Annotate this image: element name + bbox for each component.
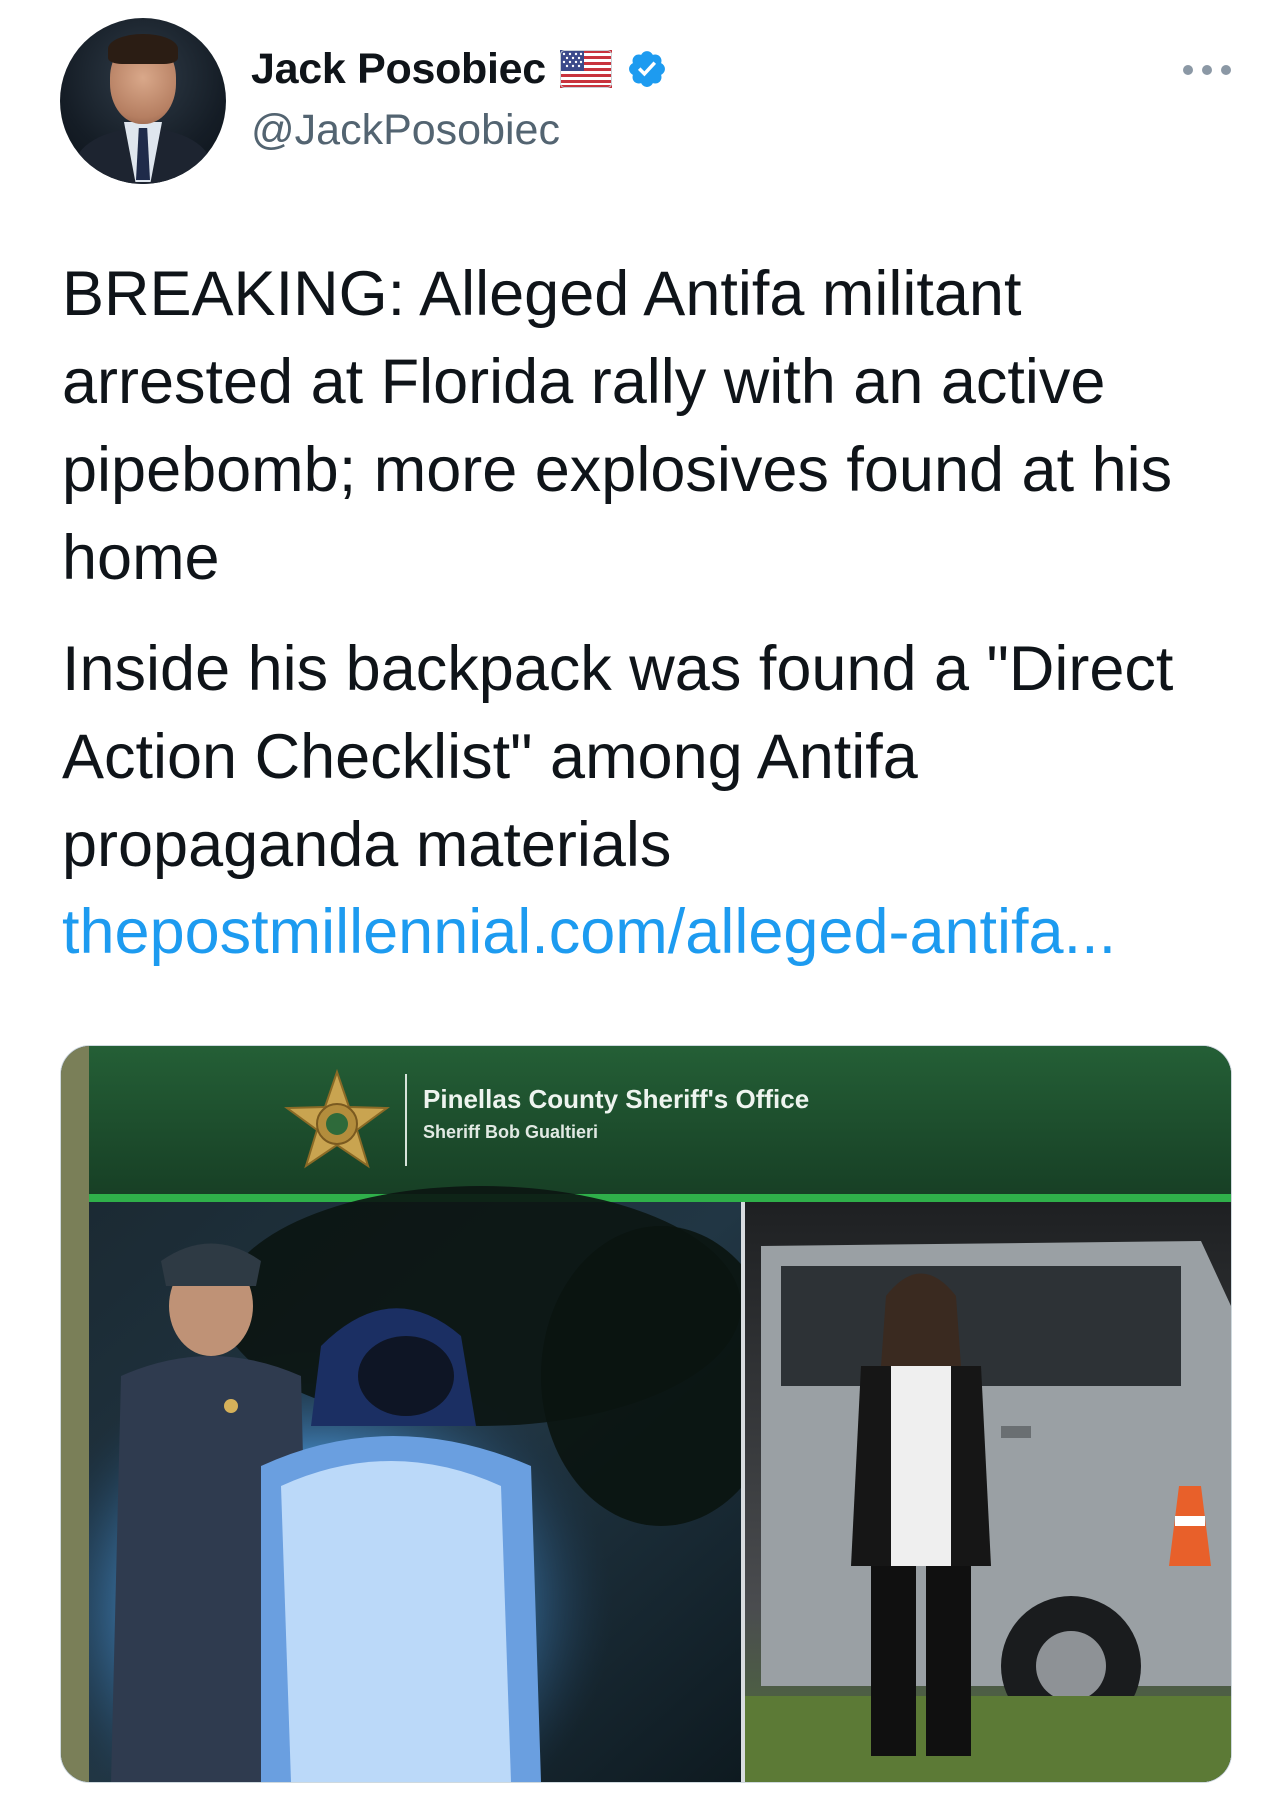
- us-flag-icon: [559, 50, 612, 88]
- banner-subtitle: Sheriff Bob Gualtieri: [423, 1122, 598, 1142]
- verified-badge-icon: [626, 48, 668, 90]
- author-name[interactable]: Jack Posobiec: [251, 45, 546, 94]
- sheriff-press-board-image: Pinellas County Sheriff's Office Sheriff…: [61, 1046, 1231, 1782]
- author-handle[interactable]: @JackPosobiec: [251, 106, 560, 155]
- banner-title: Pinellas County Sheriff's Office: [423, 1084, 809, 1114]
- tweet-text-paragraph-1: BREAKING: Alleged Antifa militant arrest…: [62, 259, 1173, 593]
- tweet: Jack Posobiec @JackPosobiec BREAKING: Al…: [0, 0, 1284, 1806]
- tweet-text-paragraph-2: Inside his backpack was found a "Direct …: [62, 634, 1174, 880]
- author-row: Jack Posobiec: [251, 44, 668, 94]
- tweet-link[interactable]: thepostmillennial.com/alleged-antifa...: [62, 888, 1116, 976]
- more-options-icon[interactable]: [1183, 62, 1231, 78]
- avatar[interactable]: [60, 18, 226, 184]
- tweet-photo[interactable]: Pinellas County Sheriff's Office Sheriff…: [60, 1045, 1232, 1783]
